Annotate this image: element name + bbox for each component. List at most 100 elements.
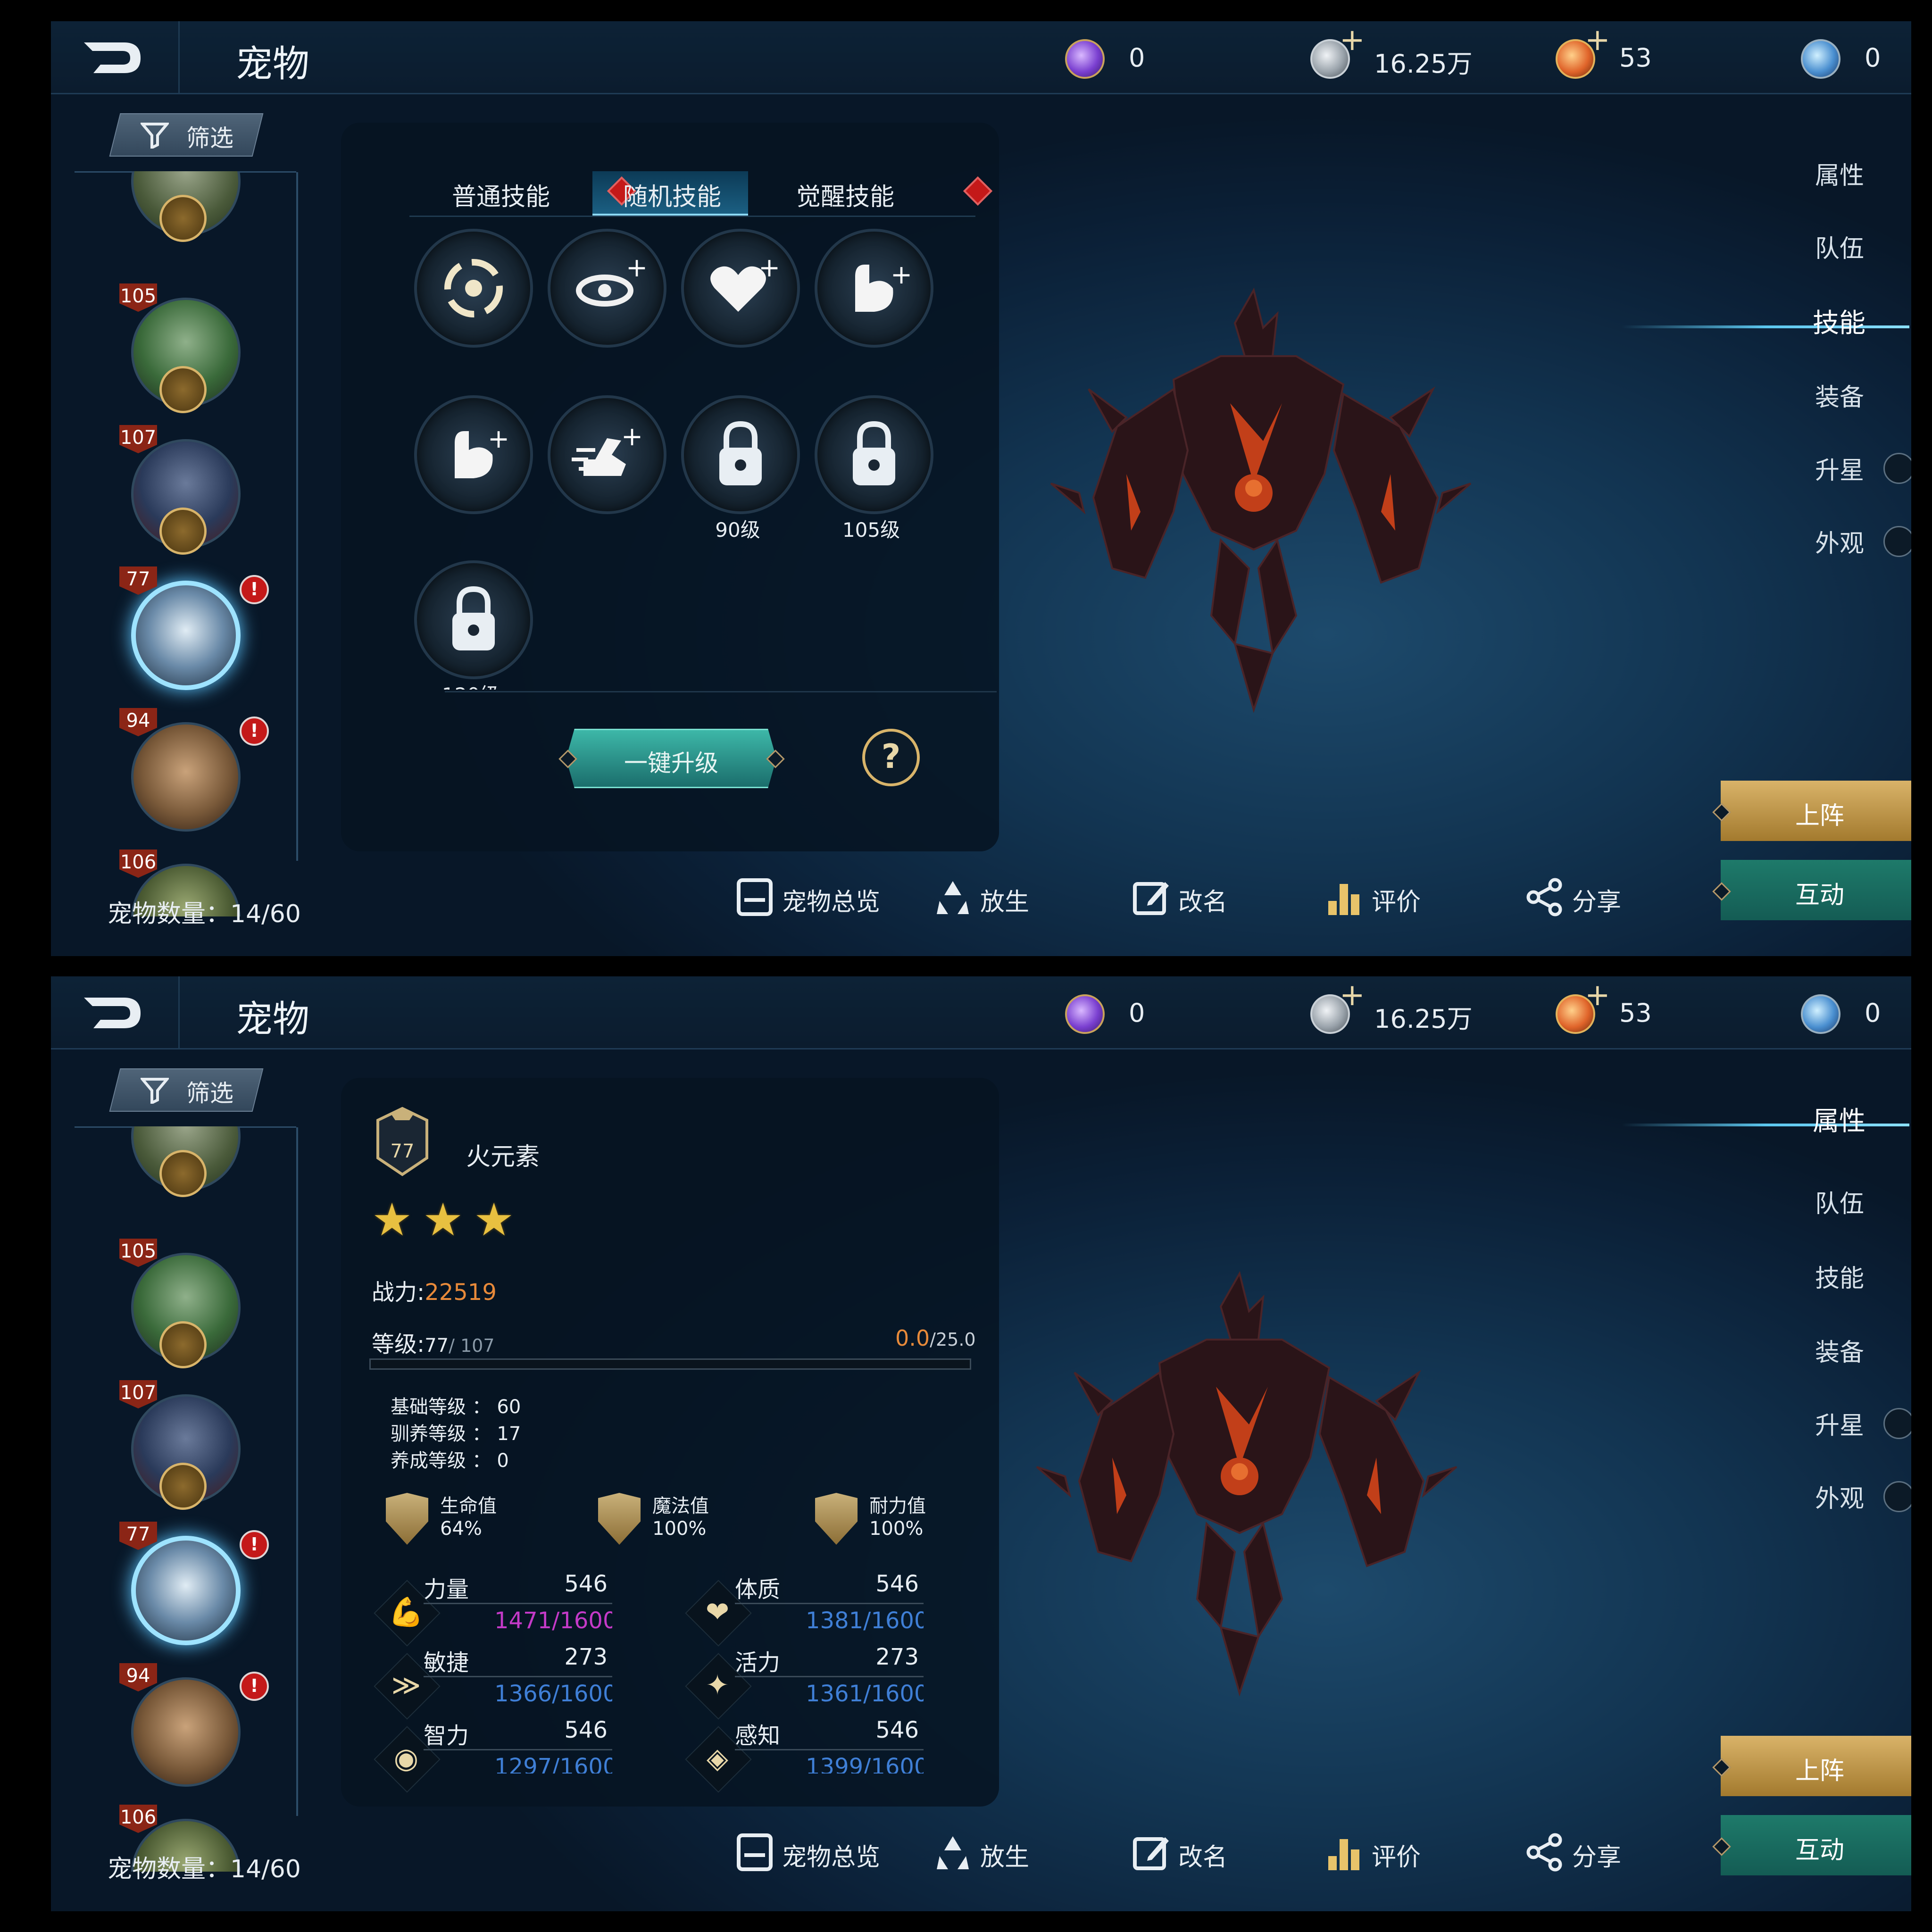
filter-content[interactable]: 筛选 — [122, 116, 263, 153]
skill-slot-8-locked[interactable] — [815, 395, 933, 514]
upgrade-label: 一键升级 — [624, 749, 718, 777]
add-icon[interactable]: + — [1340, 980, 1365, 1010]
attributes-screen: 宠物 0 +16.25万 +53 0 筛选 105 107 77 ! 94 ! … — [51, 976, 1911, 1911]
deploy-button[interactable]: 上阵 — [1721, 781, 1911, 841]
attr-divider — [424, 1749, 612, 1750]
tab-random-skills[interactable]: 随机技能 — [623, 177, 721, 212]
level-max: / 107 — [449, 1335, 495, 1356]
skill-slot-3[interactable]: + — [681, 229, 800, 348]
attr-value: 546 — [875, 1717, 919, 1743]
pet-slot-wolf[interactable] — [131, 171, 241, 242]
menu-team[interactable]: 队伍 — [1815, 1184, 1864, 1219]
interact-label: 互动 — [1795, 881, 1844, 909]
attr-sub-clip: 1471/1600 — [494, 1607, 612, 1641]
pet-slot-dragon[interactable]: 107 — [119, 425, 241, 555]
power-label: 战力: — [372, 1279, 425, 1306]
menu-appearance[interactable]: 外观 — [1815, 524, 1864, 559]
attr-label: 敏捷 — [424, 1649, 469, 1676]
skill-slot-4[interactable]: + — [815, 229, 933, 348]
add-icon[interactable]: + — [1585, 980, 1610, 1010]
skill-slot-5[interactable]: + — [414, 395, 533, 514]
pet-list: 105 107 77 ! 94 ! 106 — [51, 1126, 296, 1872]
menu-attributes[interactable]: 属性 — [1815, 156, 1864, 191]
pet-slot-wolf[interactable] — [131, 1126, 241, 1197]
power: 战力:22519 — [372, 1274, 497, 1307]
back-button[interactable] — [79, 35, 145, 80]
svg-text:+: + — [488, 424, 509, 454]
skill-slot-9-locked[interactable] — [414, 560, 533, 679]
pet-level: 94 — [119, 1663, 157, 1691]
skill-slot-2[interactable]: + — [548, 229, 666, 348]
power-value: 22519 — [425, 1279, 497, 1306]
pet-slot-dragon[interactable]: 107 — [119, 1380, 241, 1510]
pet-slot-fire-elemental[interactable]: 77 ! — [119, 1522, 269, 1645]
pet-avatar — [131, 1677, 241, 1787]
vortex-icon — [444, 259, 503, 317]
rate-label: 评价 — [1372, 1843, 1421, 1872]
pet-slot-goblin[interactable]: 105 — [119, 283, 241, 413]
menu-active-line — [1622, 325, 1909, 328]
exp-bar — [369, 1358, 971, 1370]
pet-count-label: 宠物数量： — [108, 900, 231, 928]
menu-equipment[interactable]: 装备 — [1815, 1332, 1864, 1368]
pet-slot-bear[interactable]: 94 ! — [119, 708, 269, 832]
add-icon[interactable]: + — [1340, 25, 1365, 55]
appearance-icon — [1883, 526, 1911, 557]
menu-attributes[interactable]: 属性 — [1813, 1100, 1865, 1138]
share-icon — [1526, 878, 1562, 916]
pet-slot-fire-elemental[interactable]: 77 ! — [119, 566, 269, 690]
tab-awaken-skills[interactable]: 觉醒技能 — [796, 177, 894, 212]
alert-icon: ! — [240, 1530, 269, 1559]
attr-progress: 1361/1600 — [806, 1681, 924, 1707]
menu-appearance[interactable]: 外观 — [1815, 1479, 1864, 1514]
pet-count-value: 14/60 — [230, 900, 301, 928]
team-flag-icon — [159, 195, 207, 242]
pet-name: 火元素 — [466, 1143, 540, 1171]
menu-star-up[interactable]: 升星 — [1815, 1406, 1864, 1441]
interact-button[interactable]: 互动 — [1721, 860, 1911, 920]
pet-list: 105 107 77 ! 94 ! 106 — [51, 171, 296, 916]
star-up-icon — [1883, 453, 1911, 484]
alert-icon: ! — [240, 716, 269, 746]
menu-team[interactable]: 队伍 — [1815, 229, 1864, 264]
skill-slot-6[interactable]: + — [548, 395, 666, 514]
filter-content[interactable]: 筛选 — [122, 1071, 263, 1108]
deploy-button[interactable]: 上阵 — [1721, 1736, 1911, 1796]
currency-value: 16.25万 — [1374, 1004, 1473, 1034]
skill-slot-1[interactable] — [414, 229, 533, 348]
attr-label: 体质 — [735, 1576, 781, 1603]
attr-progress: 1381/1600 — [806, 1607, 924, 1634]
menu-skills[interactable]: 技能 — [1815, 1258, 1864, 1294]
attr-value: 546 — [564, 1717, 608, 1743]
pet-slot-goblin[interactable]: 105 — [119, 1239, 241, 1368]
unlock-level-label: 120级 — [414, 679, 527, 690]
pet-slot-bear[interactable]: 94 ! — [119, 1663, 269, 1787]
alert-icon: ! — [240, 1672, 269, 1701]
attr-progress: 1399/1600 — [806, 1754, 924, 1774]
purple-gem-icon — [1065, 39, 1105, 79]
skill-slot-7-locked[interactable] — [681, 395, 800, 514]
exp-row: 0.0/25.0 — [895, 1325, 976, 1351]
star-icon: ★ — [474, 1193, 515, 1246]
menu-skills[interactable]: 技能 — [1813, 302, 1865, 340]
pet-level: 77 — [119, 1522, 157, 1550]
rename-label: 改名 — [1178, 1843, 1228, 1872]
share-label: 分享 — [1572, 888, 1622, 916]
currency-value: 53 — [1619, 43, 1652, 73]
tab-normal-skills[interactable]: 普通技能 — [452, 177, 550, 212]
currency-value: 0 — [1129, 998, 1145, 1028]
menu-equipment[interactable]: 装备 — [1815, 377, 1864, 413]
attr-divider — [424, 1603, 612, 1604]
tab-divider — [409, 216, 975, 217]
star-icon: ★ — [423, 1193, 464, 1246]
add-icon[interactable]: + — [1585, 25, 1610, 55]
pet-avatar-selected — [131, 581, 241, 690]
help-button[interactable]: ? — [862, 729, 920, 786]
one-click-upgrade-button[interactable]: 一键升级 — [566, 729, 776, 788]
interact-button[interactable]: 互动 — [1721, 1815, 1911, 1875]
vital-stamina-value: 100% — [869, 1518, 924, 1540]
breed-level: 养成等级 ： 0 — [391, 1450, 509, 1472]
back-button[interactable] — [79, 991, 145, 1035]
lock-icon — [853, 421, 895, 485]
menu-star-up[interactable]: 升星 — [1815, 450, 1864, 486]
